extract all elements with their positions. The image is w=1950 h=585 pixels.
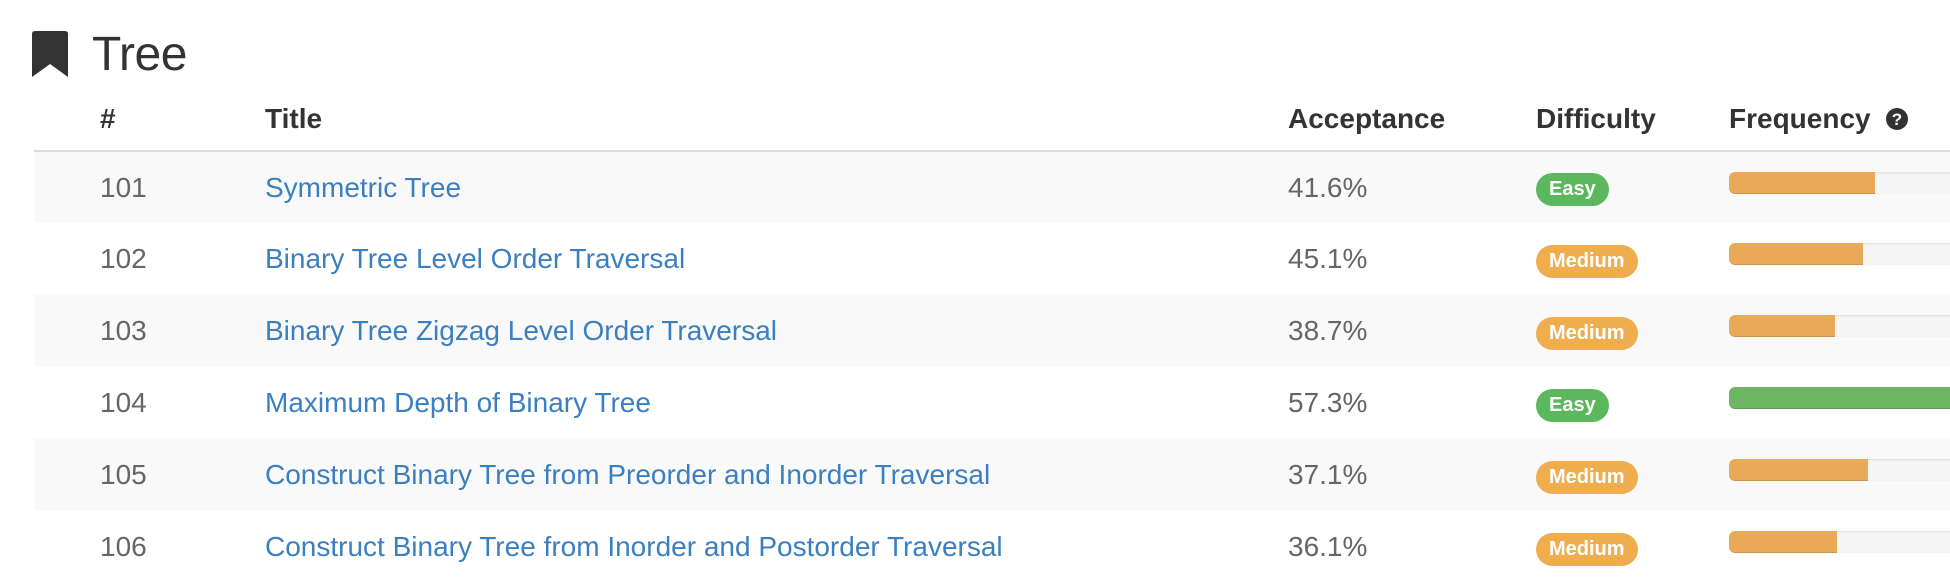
frequency-cell [1729,439,1950,511]
problem-number: 105 [100,459,147,490]
problem-title-link[interactable]: Binary Tree Zigzag Level Order Traversal [265,315,777,346]
acceptance-rate: 36.1% [1288,531,1368,562]
table-row: 101 Symmetric Tree 41.6% Easy [34,151,1950,223]
difficulty-badge: Medium [1536,244,1638,278]
problem-number: 106 [100,531,147,562]
problem-title-cell: Binary Tree Level Order Traversal [265,223,1288,295]
problem-title-link[interactable]: Construct Binary Tree from Preorder and … [265,459,990,490]
column-header-difficulty[interactable]: Difficulty [1536,88,1729,152]
frequency-bar-fill [1729,531,1838,553]
column-header-title[interactable]: Title [265,88,1288,152]
table-row: 105 Construct Binary Tree from Preorder a… [34,439,1950,511]
column-header-acceptance[interactable]: Acceptance [1288,88,1536,152]
difficulty-badge: Medium [1536,460,1638,494]
frequency-bar-fill [1729,243,1863,265]
column-header-frequency[interactable]: Frequency? [1729,88,1950,152]
frequency-header-label: Frequency [1729,103,1871,134]
difficulty-cell: Medium [1536,295,1729,367]
difficulty-cell: Medium [1536,223,1729,295]
tag-problem-list: Tree # Title Acceptance Difficulty Frequ… [0,0,1950,585]
frequency-bar [1729,171,1950,194]
table-row: 106 Construct Binary Tree from Inorder an… [34,511,1950,583]
frequency-bar-fill [1729,171,1876,194]
problems-table: # Title Acceptance Difficulty Frequency?… [34,88,1950,583]
difficulty-cell: Easy [1536,151,1729,223]
frequency-bar-fill [1729,315,1835,337]
problem-title-link[interactable]: Binary Tree Level Order Traversal [265,243,685,274]
frequency-bar-fill [1729,459,1868,481]
acceptance-rate: 45.1% [1288,243,1368,274]
table-header-row: # Title Acceptance Difficulty Frequency? [34,88,1950,152]
frequency-cell [1729,223,1950,295]
frequency-bar [1729,531,1950,553]
problem-title-cell: Symmetric Tree [265,151,1288,223]
table-row: 104 Maximum Depth of Binary Tree 57.3% Easy [34,367,1950,439]
difficulty-cell: Easy [1536,367,1729,439]
frequency-bar-fill [1729,387,1950,409]
difficulty-badge: Medium [1536,532,1638,566]
tag-title: Tree [92,27,187,81]
problem-title-cell: Construct Binary Tree from Inorder and P… [265,511,1288,583]
difficulty-badge: Medium [1536,316,1638,350]
difficulty-badge: Easy [1536,388,1609,422]
frequency-cell [1729,511,1950,583]
table-row: 102 Binary Tree Level Order Traversal 45.1… [34,223,1950,295]
svg-text:?: ? [1891,110,1901,129]
frequency-cell [1729,151,1950,223]
acceptance-rate: 57.3% [1288,387,1368,418]
column-header-number[interactable]: # [34,88,265,152]
frequency-bar [1729,387,1950,409]
frequency-bar [1729,459,1950,481]
bookmark-icon [32,31,68,77]
difficulty-cell: Medium [1536,511,1729,583]
frequency-bar [1729,315,1950,337]
problem-title-cell: Construct Binary Tree from Preorder and … [265,439,1288,511]
problem-number: 104 [100,387,147,418]
problem-title-link[interactable]: Maximum Depth of Binary Tree [265,387,651,418]
problem-number: 101 [100,171,147,203]
frequency-bar [1729,243,1950,265]
difficulty-cell: Medium [1536,439,1729,511]
acceptance-rate: 41.6% [1288,171,1368,203]
acceptance-rate: 37.1% [1288,459,1368,490]
tag-header: Tree [32,22,187,86]
problem-number: 102 [100,243,147,274]
problem-title-cell: Maximum Depth of Binary Tree [265,367,1288,439]
table-row: 103 Binary Tree Zigzag Level Order Traver… [34,295,1950,367]
problem-title-link[interactable]: Symmetric Tree [265,172,461,203]
difficulty-badge: Easy [1536,173,1609,206]
question-circle-icon[interactable]: ? [1885,107,1909,131]
problem-number: 103 [100,315,147,346]
problem-title-cell: Binary Tree Zigzag Level Order Traversal [265,295,1288,367]
frequency-cell [1729,295,1950,367]
frequency-cell [1729,367,1950,439]
acceptance-rate: 38.7% [1288,315,1368,346]
problem-title-link[interactable]: Construct Binary Tree from Inorder and P… [265,531,1003,562]
